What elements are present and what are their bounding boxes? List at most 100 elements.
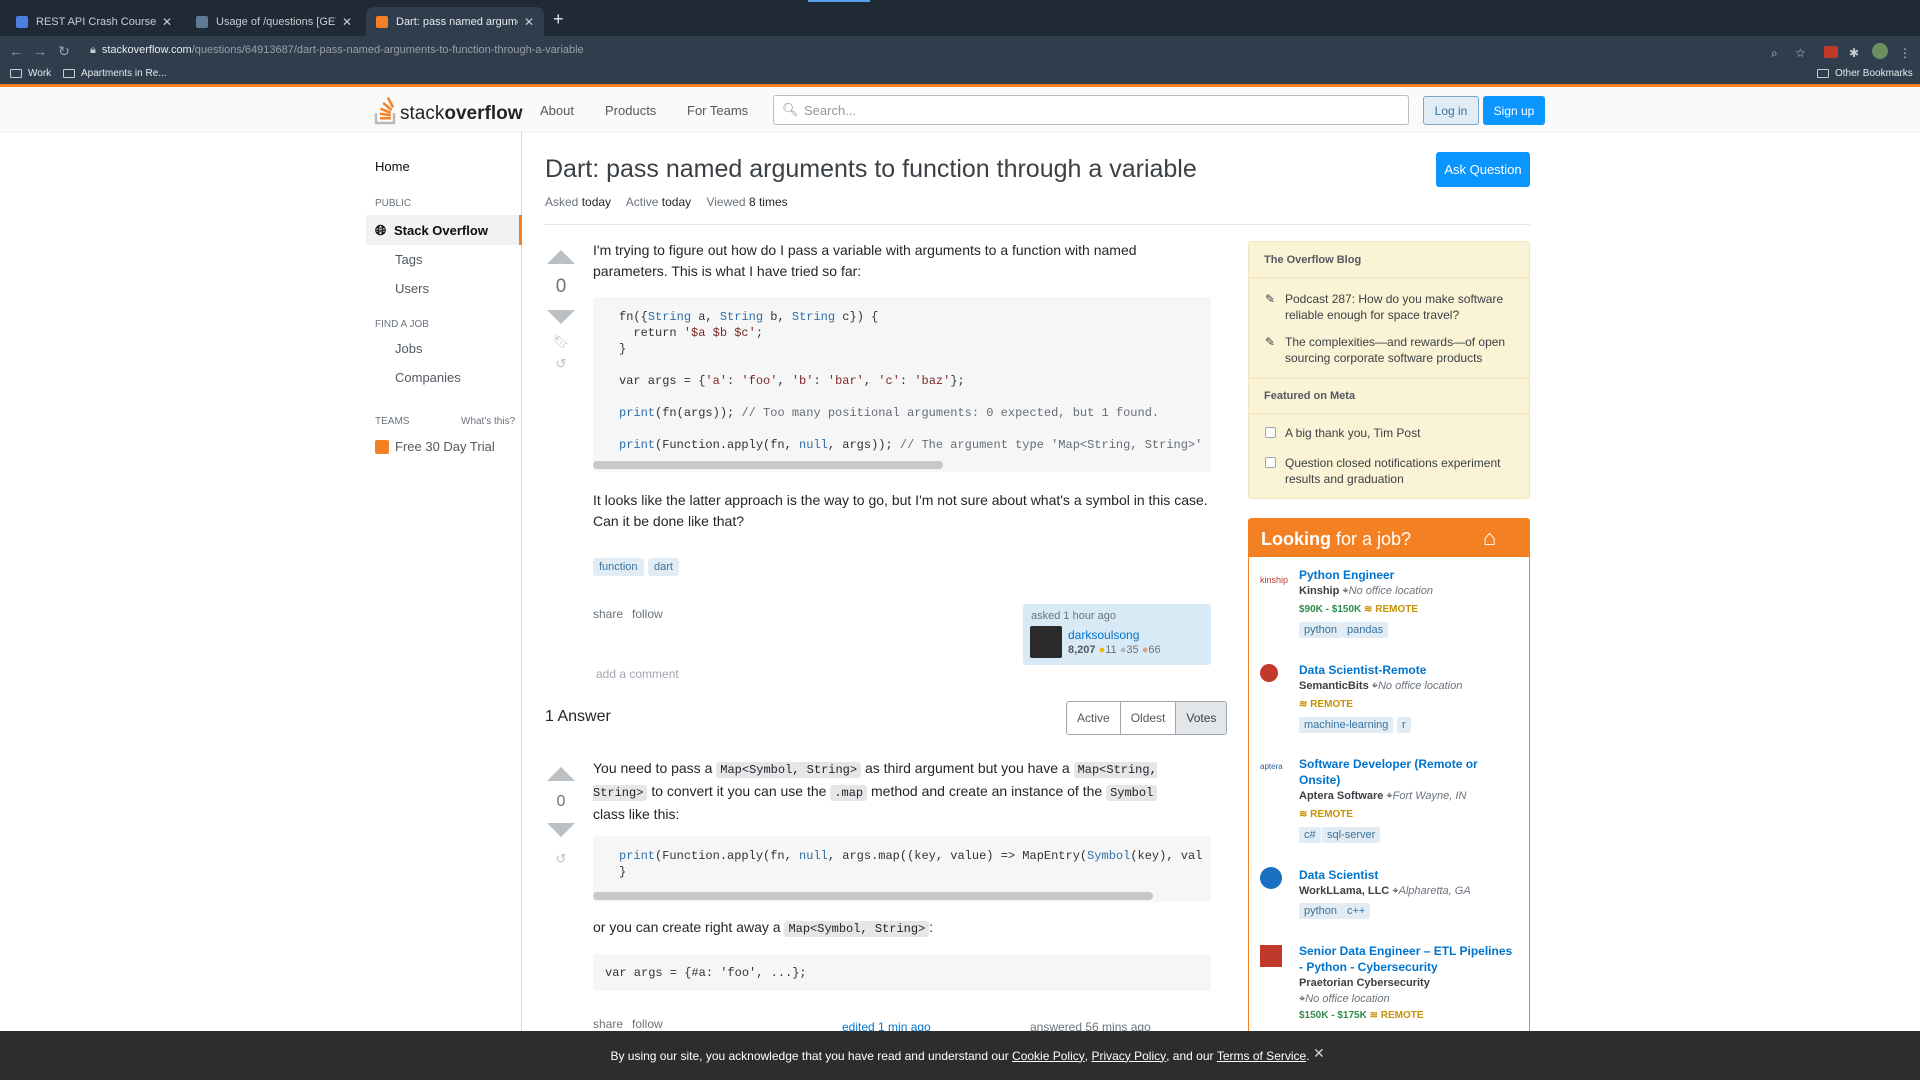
lock-icon: 🔒︎	[90, 44, 96, 56]
menu-dots-icon[interactable]: ⋮	[1899, 46, 1911, 60]
nav-products[interactable]: Products	[605, 103, 656, 118]
follow-link[interactable]: follow	[632, 1017, 663, 1031]
back-icon[interactable]: ←	[4, 43, 28, 59]
job-tag[interactable]: python	[1299, 622, 1343, 638]
job-tag[interactable]: python	[1299, 903, 1343, 919]
profile-avatar-icon[interactable]	[1872, 43, 1888, 59]
reload-icon[interactable]: ↻	[52, 43, 76, 60]
horizontal-scrollbar[interactable]	[593, 892, 1153, 900]
stackoverflow-logo[interactable]: stack overflow	[374, 95, 522, 125]
sidebar-item-free-trial[interactable]: Free 30 Day Trial	[395, 439, 495, 454]
search-input[interactable]: 🔍︎ Search...	[773, 95, 1409, 125]
sidebar-heading-find-job: FIND A JOB	[375, 319, 429, 330]
nav-about[interactable]: About	[540, 103, 574, 118]
sidebar-item-stack-overflow[interactable]: 🌐︎ Stack Overflow	[366, 215, 522, 245]
site-header: stack overflow About Products For Teams 🔍…	[0, 84, 1920, 131]
answer-body-paragraph: You need to pass a Map<Symbol, String> a…	[593, 760, 1158, 822]
sort-tab-votes[interactable]: Votes	[1176, 702, 1227, 734]
job-tag[interactable]: pandas	[1342, 622, 1389, 638]
job-title-link[interactable]: Senior Data Engineer – ETL Pipelines - P…	[1299, 943, 1519, 975]
history-icon[interactable]: ↺	[543, 356, 579, 372]
featured-meta-heading: Featured on Meta	[1249, 378, 1529, 414]
url-field[interactable]: 🔒︎ stackoverflow.com/questions/64913687/d…	[90, 44, 584, 57]
signup-button[interactable]: Sign up	[1483, 96, 1545, 125]
close-icon[interactable]: ✕	[1313, 1045, 1325, 1062]
sidebar-item-users[interactable]: Users	[395, 281, 429, 296]
vote-count: 0	[556, 793, 566, 810]
zoom-icon[interactable]: ⌕	[1771, 46, 1778, 61]
logo-text-stack: stack	[400, 103, 445, 124]
sort-tab-active[interactable]: Active	[1067, 702, 1121, 734]
browser-tab-bar: REST API Crash Course - Con ✕ Usage of /…	[0, 0, 1920, 36]
sort-tab-oldest[interactable]: Oldest	[1120, 702, 1177, 734]
sidebar-item-companies[interactable]: Companies	[395, 370, 461, 385]
job-tag[interactable]: c++	[1342, 903, 1371, 919]
blog-item-link[interactable]: Podcast 287: How do you make software re…	[1285, 291, 1515, 323]
share-link[interactable]: share	[593, 607, 623, 621]
terms-link[interactable]: Terms of Service	[1217, 1049, 1306, 1063]
blog-item-link[interactable]: The complexities—and rewards—of open sou…	[1285, 334, 1515, 366]
close-tab-icon[interactable]: ✕	[342, 15, 352, 29]
job-tag[interactable]: c#	[1299, 827, 1321, 843]
active-label: Active	[625, 195, 659, 209]
avatar[interactable]	[1030, 626, 1062, 658]
browser-tab[interactable]: Usage of /questions [GET] - S ✕	[186, 7, 362, 36]
adblock-extension-icon[interactable]	[1824, 46, 1838, 58]
job-tag[interactable]: machine-learning	[1299, 717, 1394, 733]
job-title-link[interactable]: Software Developer (Remote or Onsite)	[1299, 756, 1519, 788]
privacy-policy-link[interactable]: Privacy Policy	[1091, 1049, 1166, 1063]
jobs-widget: Looking for a job? ⌂ kinship Python Engi…	[1248, 518, 1530, 1038]
forward-icon[interactable]: →	[28, 43, 52, 59]
pencil-icon: ✎	[1265, 335, 1276, 349]
extensions-icon[interactable]: ✱	[1849, 46, 1859, 60]
job-title-link[interactable]: Data Scientist	[1299, 867, 1519, 883]
follow-link[interactable]: follow	[632, 607, 663, 621]
search-placeholder: Search...	[804, 102, 857, 118]
question-title[interactable]: Dart: pass named arguments to function t…	[545, 155, 1197, 184]
history-icon[interactable]: ↺	[543, 851, 579, 867]
other-bookmarks[interactable]: Other Bookmarks	[1817, 68, 1913, 79]
bookmark-work[interactable]: Work	[10, 68, 51, 79]
cookie-policy-link[interactable]: Cookie Policy	[1012, 1049, 1085, 1063]
upvote-icon[interactable]	[547, 767, 575, 781]
tag-function[interactable]: function	[593, 558, 644, 576]
meta-item-link[interactable]: Question closed notifications experiment…	[1285, 455, 1515, 487]
user-name-link[interactable]: darksoulsong	[1068, 628, 1139, 642]
bookmark-apartments[interactable]: Apartments in Re...	[63, 68, 167, 79]
new-tab-icon[interactable]: +	[553, 9, 564, 30]
active-value: today	[661, 195, 692, 209]
downvote-icon[interactable]	[547, 310, 575, 324]
close-tab-icon[interactable]: ✕	[162, 15, 172, 29]
meta-chat-icon	[1265, 427, 1276, 438]
close-tab-icon[interactable]: ✕	[524, 15, 534, 29]
whats-this-link[interactable]: What's this?	[461, 416, 515, 427]
downvote-icon[interactable]	[547, 823, 575, 837]
company-logo: aptera	[1260, 762, 1283, 771]
sidebar-heading-teams: TEAMS	[375, 416, 410, 427]
nav-for-teams[interactable]: For Teams	[687, 103, 748, 118]
vote-count: 0	[555, 276, 567, 297]
sidebar-item-home[interactable]: Home	[375, 159, 410, 174]
horizontal-scrollbar[interactable]	[593, 461, 943, 469]
question-body-paragraph: It looks like the latter approach is the…	[593, 492, 1208, 529]
ask-question-button[interactable]: Ask Question	[1436, 152, 1530, 187]
remote-icon: ≋	[1364, 604, 1373, 615]
tag-dart[interactable]: dart	[648, 558, 679, 576]
tab-title: Usage of /questions [GET] - S	[216, 15, 336, 28]
sidebar-item-jobs[interactable]: Jobs	[395, 341, 422, 356]
login-button[interactable]: Log in	[1423, 96, 1479, 125]
upvote-icon[interactable]	[547, 250, 575, 264]
sidebar-item-tags[interactable]: Tags	[395, 252, 422, 267]
bookmark-star-icon[interactable]: ☆	[1795, 46, 1806, 60]
browser-tab-active[interactable]: Dart: pass named arguments t ✕	[366, 7, 544, 36]
job-title-link[interactable]: Data Scientist-Remote	[1299, 662, 1519, 678]
browser-tab[interactable]: REST API Crash Course - Con ✕	[6, 7, 182, 36]
bookmark-icon[interactable]: 🔖︎	[543, 334, 579, 350]
job-tag[interactable]: r	[1397, 717, 1411, 733]
job-title-link[interactable]: Python Engineer	[1299, 567, 1519, 583]
answers-count-heading: 1 Answer	[545, 708, 611, 725]
add-comment-link[interactable]: add a comment	[596, 667, 679, 681]
job-tag[interactable]: sql-server	[1322, 827, 1381, 843]
meta-item-link[interactable]: A big thank you, Tim Post	[1285, 425, 1515, 441]
share-link[interactable]: share	[593, 1017, 623, 1031]
